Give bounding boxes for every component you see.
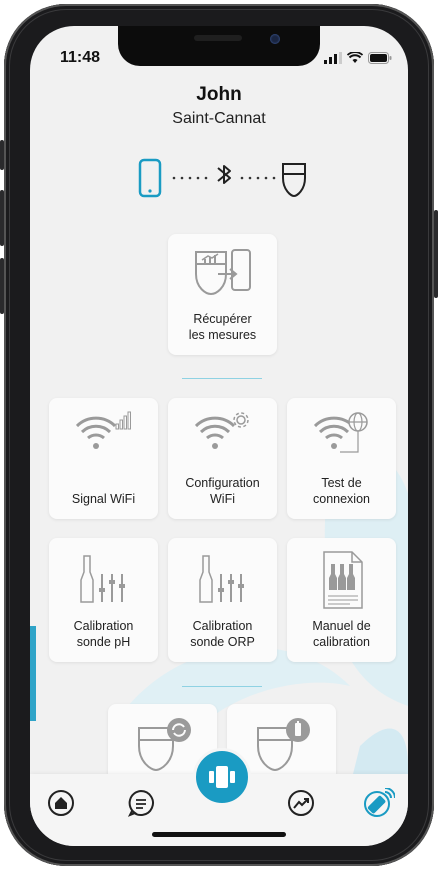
- app-screen: 11:48 John Saint-Cannat Récupérer les me…: [30, 26, 408, 846]
- probe-calibration-icon: [198, 555, 244, 603]
- power-button: [434, 210, 438, 298]
- separator: [182, 686, 262, 687]
- signal-wifi-button[interactable]: Signal WiFi: [49, 398, 158, 519]
- retrieve-data-icon: [194, 249, 251, 296]
- retrieve-measures-button[interactable]: Récupérer les mesures: [168, 234, 277, 355]
- center-device-button[interactable]: [193, 748, 251, 806]
- device-battery-icon: [256, 718, 310, 772]
- test-connexion-button[interactable]: Test de connexion: [287, 398, 396, 519]
- status-icons: [324, 52, 392, 64]
- manuel-calibration-label: Manuel de calibration: [312, 619, 371, 649]
- configuration-wifi-label: Configuration WiFi: [185, 476, 260, 506]
- user-name: John: [196, 84, 242, 105]
- tab-home[interactable]: [44, 786, 78, 820]
- dotted-link-right: [240, 176, 276, 180]
- test-connexion-label: Test de connexion: [313, 476, 370, 506]
- calibration-ph-button[interactable]: Calibration sonde pH: [49, 538, 158, 662]
- dotted-link-left: [172, 176, 208, 180]
- chat-icon: [127, 789, 154, 817]
- wifi-globe-icon: [313, 412, 368, 453]
- calibration-orp-label: Calibration sonde ORP: [190, 619, 255, 649]
- tab-messages[interactable]: [124, 786, 158, 820]
- status-time: 11:48: [60, 49, 101, 66]
- configuration-wifi-button[interactable]: Configuration WiFi: [168, 398, 277, 519]
- notch: [118, 26, 320, 66]
- separator: [182, 378, 262, 379]
- battery-icon: [368, 52, 392, 64]
- retrieve-measures-label: Récupérer les mesures: [188, 312, 257, 342]
- trend-icon: [288, 790, 314, 816]
- tab-trends[interactable]: [284, 786, 318, 820]
- speaker: [194, 35, 242, 41]
- calibration-orp-button[interactable]: Calibration sonde ORP: [168, 538, 277, 662]
- phone-frame: 11:48 John Saint-Cannat Récupérer les me…: [0, 0, 438, 871]
- device-sync-icon: [137, 718, 191, 772]
- remote-icon: [364, 788, 395, 817]
- wifi-signal-icon: [75, 411, 131, 449]
- tab-remote[interactable]: [362, 786, 396, 820]
- manuel-calibration-button[interactable]: Manuel de calibration: [287, 538, 396, 662]
- sensor-device-icon: [282, 163, 306, 198]
- probe-calibration-icon: [79, 555, 125, 603]
- front-camera: [270, 34, 280, 44]
- home-icon: [48, 790, 74, 816]
- manual-document-icon: [322, 551, 363, 609]
- user-city: Saint-Cannat: [172, 110, 266, 127]
- phone-icon: [138, 158, 162, 198]
- wifi-status-icon: [347, 52, 363, 63]
- home-indicator: [152, 832, 286, 837]
- connection-status: [138, 158, 306, 198]
- cellular-signal-icon: [324, 52, 342, 64]
- calibration-ph-label: Calibration sonde pH: [73, 619, 134, 649]
- signal-wifi-label: Signal WiFi: [71, 492, 136, 506]
- wifi-settings-icon: [194, 412, 249, 449]
- bluetooth-icon: [217, 165, 231, 184]
- device-center-icon: [209, 766, 235, 788]
